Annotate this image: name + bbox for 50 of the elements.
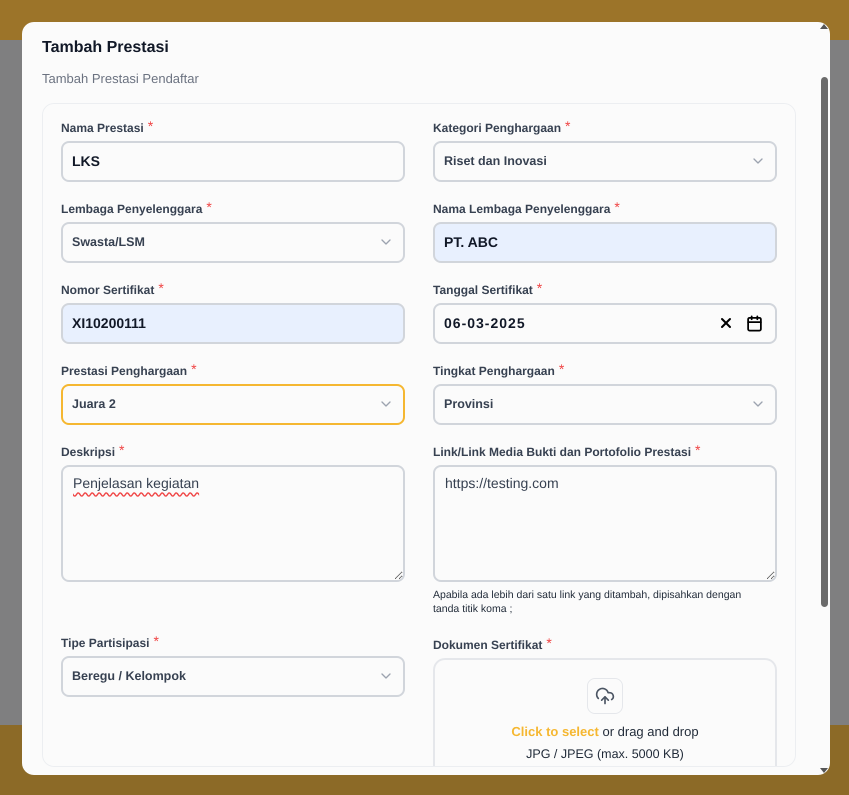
required-asterisk: *: [191, 362, 197, 376]
required-asterisk: *: [614, 200, 620, 214]
date-field[interactable]: 06-03-2025: [433, 302, 777, 344]
select-value: Juara 2: [72, 396, 116, 413]
select-field[interactable]: Swasta/LSM: [61, 222, 405, 262]
field-label: Prestasi Penghargaan: [61, 362, 188, 380]
required-asterisk: *: [206, 200, 212, 214]
calendar-icon[interactable]: [746, 314, 763, 332]
field-label: Tipe Partisipasi: [61, 634, 150, 652]
text-area[interactable]: Penjelasan kegiatan: [61, 464, 405, 582]
select-field[interactable]: Beregu / Kelompok: [61, 656, 405, 696]
required-asterisk: *: [695, 442, 700, 456]
select-value: Provinsi: [444, 396, 494, 413]
required-asterisk: *: [148, 118, 154, 132]
upload-dropzone[interactable]: Click to select or drag and drop JPG / JPEG (max. 5000 KB): [433, 658, 777, 766]
text-field[interactable]: XI10200111: [61, 302, 405, 344]
field-label: Nama Lembaga Penyelenggara: [433, 200, 610, 218]
text-field[interactable]: LKS: [61, 140, 405, 182]
field-label: Lembaga Penyelenggara: [61, 200, 202, 218]
dialog-subtitle: Tambah Prestasi Pendaftar: [42, 70, 200, 88]
field-label: Nomor Sertifikat: [61, 282, 154, 298]
select-value: Beregu / Kelompok: [72, 668, 186, 685]
date-value: 06-03-2025: [444, 314, 526, 332]
select-field[interactable]: Provinsi: [433, 384, 777, 424]
clear-icon[interactable]: [718, 315, 734, 331]
required-asterisk: *: [546, 636, 552, 650]
dialog-title: Tambah Prestasi: [42, 38, 170, 58]
file-format-note: JPG / JPEG (max. 5000 KB): [526, 746, 684, 763]
required-asterisk: *: [158, 280, 164, 294]
required-asterisk: *: [536, 280, 542, 294]
field-label: Nama Prestasi: [61, 120, 144, 136]
drop-hint: or drag and drop: [602, 724, 699, 738]
select-field[interactable]: Riset dan Inovasi: [433, 140, 777, 182]
text-area[interactable]: https://testing.com: [433, 464, 777, 582]
required-asterisk: *: [558, 362, 564, 376]
field-label: Kategori Penghargaan: [433, 120, 562, 136]
select-value: Swasta/LSM: [72, 234, 145, 251]
field-label: Tingkat Penghargaan: [433, 362, 555, 380]
field-label: Deskripsi: [61, 444, 116, 460]
field-label: Link/Link Media Bukti dan Portofolio Prestasi: [433, 444, 692, 460]
select-field[interactable]: Juara 2: [61, 384, 405, 424]
upload-cloud-icon: [587, 678, 623, 714]
required-asterisk: *: [565, 118, 570, 132]
select-value: Riset dan Inovasi: [444, 152, 547, 170]
required-asterisk: *: [119, 442, 124, 456]
field-label: Tanggal Sertifikat: [433, 282, 533, 298]
required-asterisk: *: [153, 634, 159, 648]
text-field[interactable]: PT. ABC: [433, 222, 777, 262]
field-label: Dokumen Sertifikat: [433, 636, 542, 654]
field-hint: Apabila ada lebih dari satu link yang ditambah, dipisahkan dengan tanda titik koma ;: [433, 588, 742, 616]
